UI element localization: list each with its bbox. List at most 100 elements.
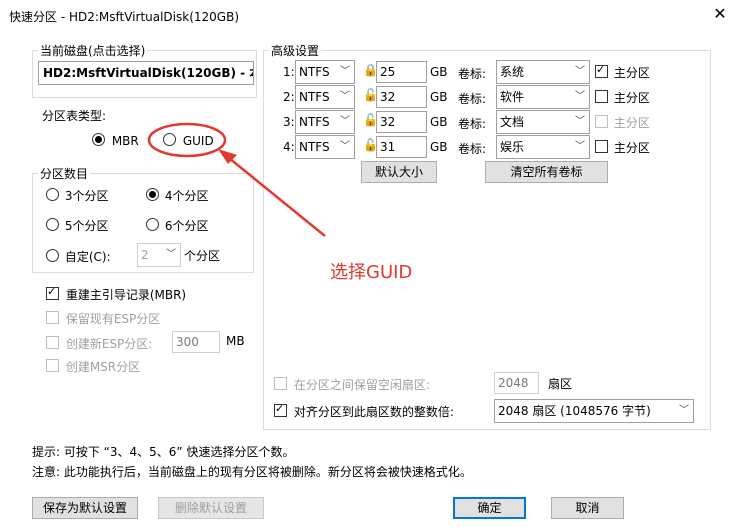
annotation-text: 选择GUID bbox=[330, 262, 413, 283]
volume-label-select[interactable]: 文档 ﹀ bbox=[496, 110, 590, 134]
save-default-button[interactable]: 保存为默认设置 bbox=[32, 497, 138, 519]
create-msr-label: 创建MSR分区 bbox=[65, 360, 141, 374]
radio-5-indicator[interactable] bbox=[46, 218, 59, 231]
delete-default-button[interactable]: 删除默认设置 bbox=[158, 497, 264, 519]
fs-select[interactable]: NTFS ﹀ bbox=[295, 60, 355, 84]
custom-count-value: 2 bbox=[141, 248, 149, 262]
chevron-down-icon: ﹀ bbox=[679, 405, 689, 416]
volume-label-title: 卷标: bbox=[458, 142, 487, 156]
volume-label-value: 软件 bbox=[500, 90, 525, 104]
primary-checkbox[interactable] bbox=[595, 115, 608, 128]
volume-label-select[interactable]: 娱乐 ﹀ bbox=[496, 135, 590, 159]
chevron-down-icon: ﹀ bbox=[575, 91, 585, 102]
size-input[interactable]: 32 bbox=[376, 86, 427, 108]
size-unit: GB bbox=[430, 65, 448, 79]
primary-checkbox[interactable] bbox=[595, 140, 608, 153]
create-msr-option[interactable]: 创建MSR分区 bbox=[46, 359, 140, 376]
align-label: 对齐分区到此扇区数的整数倍: bbox=[293, 405, 454, 419]
chevron-down-icon: ﹀ bbox=[340, 116, 350, 127]
chevron-down-icon: ﹀ bbox=[575, 141, 585, 152]
create-esp-option[interactable]: 创建新ESP分区: bbox=[46, 336, 152, 353]
size-input[interactable]: 32 bbox=[376, 111, 427, 133]
align-option[interactable]: 对齐分区到此扇区数的整数倍: bbox=[274, 402, 454, 421]
size-input[interactable]: 31 bbox=[376, 136, 427, 158]
volume-label-select[interactable]: 系统 ﹀ bbox=[496, 60, 590, 84]
reserve-sectors-input[interactable]: 2048 bbox=[494, 372, 539, 394]
chevron-down-icon: ﹀ bbox=[575, 66, 585, 77]
radio-custom[interactable]: 自定(C): bbox=[46, 249, 111, 266]
align-select[interactable]: 2048 扇区 (1048576 字节) ﹀ bbox=[494, 399, 694, 423]
radio-mbr-label: MBR bbox=[111, 134, 139, 148]
disk-selector[interactable]: HD2:MsftVirtualDisk(120GB) - 本 bbox=[38, 61, 254, 85]
fs-value: NTFS bbox=[299, 65, 330, 79]
volume-label-select[interactable]: 软件 ﹀ bbox=[496, 85, 590, 109]
radio-5-label: 5个分区 bbox=[64, 219, 109, 233]
size-unit: GB bbox=[430, 90, 448, 104]
partition-table-label: 分区表类型: bbox=[42, 109, 107, 123]
radio-mbr[interactable]: MBR bbox=[92, 133, 139, 149]
reserve-sectors-label: 在分区之间保留空闲扇区: bbox=[293, 378, 430, 392]
radio-3-partitions[interactable]: 3个分区 bbox=[46, 188, 108, 205]
volume-label-title: 卷标: bbox=[458, 67, 487, 81]
size-unit: GB bbox=[430, 140, 448, 154]
size-unit: GB bbox=[430, 115, 448, 129]
fs-value: NTFS bbox=[299, 90, 330, 104]
primary-option[interactable]: 主分区 bbox=[595, 115, 650, 132]
disk-legend: 当前磁盘(点击选择) bbox=[38, 42, 148, 59]
advanced-legend: 高级设置 bbox=[269, 42, 322, 59]
chevron-down-icon: ﹀ bbox=[340, 91, 350, 102]
primary-checkbox[interactable] bbox=[595, 90, 608, 103]
radio-custom-indicator[interactable] bbox=[46, 249, 59, 262]
volume-label-title: 卷标: bbox=[458, 117, 487, 131]
close-icon[interactable]: ✕ bbox=[712, 5, 728, 23]
radio-5-partitions[interactable]: 5个分区 bbox=[46, 218, 108, 235]
clear-labels-button[interactable]: 清空所有卷标 bbox=[485, 161, 608, 183]
rebuild-mbr-label: 重建主引导记录(MBR) bbox=[65, 288, 187, 302]
fs-select[interactable]: NTFS ﹀ bbox=[295, 85, 355, 109]
volume-label-value: 娱乐 bbox=[500, 140, 525, 154]
volume-label-title: 卷标: bbox=[458, 92, 487, 106]
cancel-button[interactable]: 取消 bbox=[551, 497, 624, 519]
rebuild-mbr-checkbox[interactable] bbox=[46, 285, 59, 300]
create-msr-checkbox[interactable] bbox=[46, 359, 59, 372]
annotation-overlay bbox=[147, 122, 326, 237]
align-value: 2048 扇区 (1048576 字节) bbox=[498, 404, 651, 418]
partition-count-legend: 分区数目 bbox=[38, 165, 91, 182]
volume-label-value: 文档 bbox=[500, 115, 525, 129]
size-input[interactable]: 25 bbox=[376, 61, 427, 83]
chevron-down-icon: ﹀ bbox=[575, 116, 585, 127]
volume-label-value: 系统 bbox=[500, 65, 525, 79]
primary-option[interactable]: 主分区 bbox=[595, 63, 650, 82]
window-title: 快速分区 - HD2:MsftVirtualDisk(120GB) bbox=[9, 10, 240, 24]
rebuild-mbr-option[interactable]: 重建主引导记录(MBR) bbox=[46, 285, 187, 304]
keep-esp-option[interactable]: 保留现有ESP分区 bbox=[46, 311, 160, 328]
radio-mbr-indicator[interactable] bbox=[92, 133, 105, 146]
custom-count-suffix: 个分区 bbox=[184, 249, 221, 263]
chevron-down-icon: ﹀ bbox=[340, 141, 350, 152]
annotation-circle bbox=[147, 122, 227, 158]
primary-label: 主分区 bbox=[613, 66, 650, 80]
tip-line-2: 注意: 此功能执行后，当前磁盘上的现有分区将被删除。新分区将会被快速格式化。 bbox=[32, 465, 472, 479]
keep-esp-label: 保留现有ESP分区 bbox=[65, 312, 161, 326]
reserve-sectors-checkbox[interactable] bbox=[274, 377, 287, 390]
create-esp-checkbox[interactable] bbox=[46, 336, 59, 349]
reserve-sectors-unit: 扇区 bbox=[548, 377, 573, 391]
align-checkbox[interactable] bbox=[274, 402, 287, 417]
primary-checkbox[interactable] bbox=[595, 63, 608, 78]
create-esp-label: 创建新ESP分区: bbox=[65, 337, 153, 351]
radio-custom-label: 自定(C): bbox=[64, 250, 111, 264]
esp-unit: MB bbox=[226, 334, 245, 348]
primary-option[interactable]: 主分区 bbox=[595, 90, 650, 107]
esp-size-input[interactable]: 300 bbox=[172, 331, 220, 353]
default-size-button[interactable]: 默认大小 bbox=[361, 161, 437, 183]
reserve-sectors-option[interactable]: 在分区之间保留空闲扇区: bbox=[274, 377, 430, 394]
partition-row-index: 1: bbox=[283, 65, 295, 79]
primary-label: 主分区 bbox=[613, 91, 650, 105]
keep-esp-checkbox[interactable] bbox=[46, 311, 59, 324]
primary-label: 主分区 bbox=[613, 141, 650, 155]
ok-button[interactable]: 确定 bbox=[453, 497, 526, 519]
annotation-arrow-line bbox=[223, 153, 326, 237]
primary-label: 主分区 bbox=[613, 116, 650, 130]
radio-3-indicator[interactable] bbox=[46, 188, 59, 201]
primary-option[interactable]: 主分区 bbox=[595, 140, 650, 157]
